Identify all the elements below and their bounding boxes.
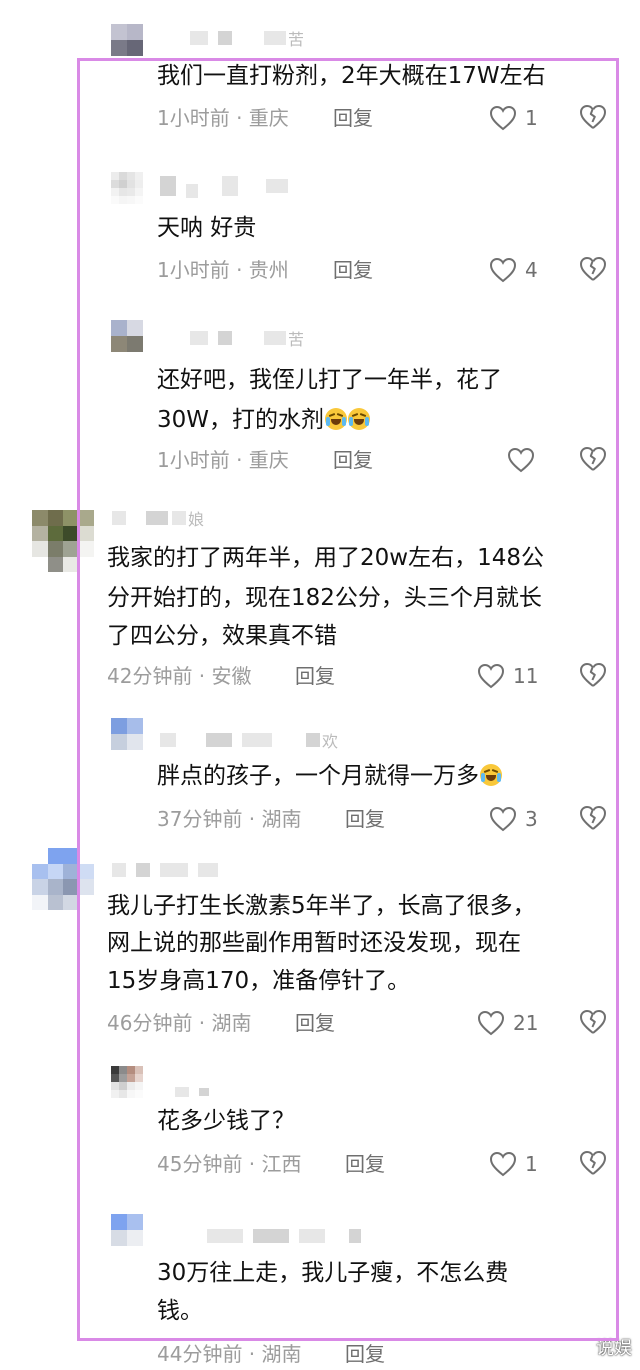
- laugh-cry-emoji: [325, 408, 348, 430]
- comment-text: 花多少钱了？: [157, 1108, 295, 1134]
- broken-heart-icon: [580, 447, 606, 471]
- reply-button[interactable]: 回复: [333, 256, 373, 284]
- broken-heart-icon: [580, 806, 606, 830]
- comment-text-line-3: 了四公分，效果真不错: [107, 623, 337, 649]
- broken-heart-icon: [580, 257, 606, 281]
- heart-icon: [489, 105, 517, 131]
- comment-text-content: 胖点的孩子，一个月就得一万多: [157, 763, 479, 789]
- time-location: 1小时前 · 重庆: [157, 106, 289, 130]
- username-blurred[interactable]: 苦: [190, 28, 305, 49]
- like-count: 3: [525, 807, 538, 831]
- reply-button[interactable]: 回复: [295, 662, 335, 690]
- broken-heart-icon: [580, 663, 606, 687]
- username-blurred[interactable]: [112, 860, 218, 880]
- heart-icon: [477, 1010, 505, 1036]
- avatar[interactable]: [111, 320, 143, 352]
- reply-button[interactable]: 回复: [345, 805, 385, 833]
- like-count: 4: [525, 258, 538, 282]
- comment-text-line-1: 还好吧，我侄儿打了一年半，花了: [157, 367, 502, 393]
- comment-text-line-2: 钱。: [157, 1298, 203, 1324]
- username-fragment: 苦: [288, 330, 305, 349]
- dislike-button[interactable]: [578, 1008, 608, 1038]
- like-button[interactable]: 4: [489, 254, 538, 286]
- comment-text-line-2-content: 30W，打的水剂: [157, 407, 325, 433]
- username-blurred[interactable]: 娘: [112, 508, 205, 529]
- heart-icon: [489, 1151, 517, 1177]
- watermark: 说娱: [596, 1338, 632, 1359]
- username-fragment: 欢: [322, 732, 339, 751]
- reply-button[interactable]: 回复: [333, 104, 373, 132]
- comment-text-line-1: 我儿子打生长激素5年半了，长高了很多，: [107, 893, 536, 919]
- username-blurred[interactable]: 欢: [160, 730, 339, 751]
- avatar[interactable]: [111, 1066, 143, 1098]
- comment-text-line-1: 30万往上走，我儿子瘦，不怎么费: [157, 1260, 509, 1286]
- avatar[interactable]: [111, 1214, 143, 1246]
- time-location: 37分钟前 · 湖南: [157, 807, 302, 831]
- avatar[interactable]: [32, 510, 94, 572]
- comment-text: 天呐 好贵: [157, 215, 257, 241]
- time-location: 1小时前 · 贵州: [157, 258, 289, 282]
- like-button[interactable]: 21: [477, 1007, 538, 1039]
- like-button[interactable]: 1: [489, 102, 538, 134]
- avatar[interactable]: [32, 848, 94, 910]
- dislike-button[interactable]: [578, 1149, 608, 1179]
- comment-text: 我们一直打粉剂，2年大概在17W左右: [157, 63, 546, 89]
- like-count: 1: [525, 1152, 538, 1176]
- like-button[interactable]: 1: [489, 1148, 538, 1180]
- username-blurred[interactable]: [175, 1082, 209, 1102]
- comment-text: 胖点的孩子，一个月就得一万多: [157, 760, 502, 792]
- heart-icon: [477, 663, 505, 689]
- time-location: 42分钟前 · 安徽: [107, 664, 252, 688]
- like-count: 21: [513, 1011, 539, 1035]
- heart-icon: [507, 447, 535, 473]
- dislike-button[interactable]: [578, 103, 608, 133]
- comment-text-line-2: 30W，打的水剂: [157, 404, 371, 436]
- laugh-cry-emoji: [348, 408, 371, 430]
- like-button[interactable]: [507, 444, 535, 476]
- comment-text-line-1: 我家的打了两年半，用了20w左右，148公: [107, 545, 544, 571]
- avatar[interactable]: [111, 718, 143, 750]
- like-count: 1: [525, 106, 538, 130]
- reply-button[interactable]: 回复: [295, 1009, 335, 1037]
- like-button[interactable]: 11: [477, 660, 538, 692]
- time-location: 45分钟前 · 江西: [157, 1152, 302, 1176]
- time-location: 1小时前 · 重庆: [157, 448, 289, 472]
- dislike-button[interactable]: [578, 661, 608, 691]
- dislike-button[interactable]: [578, 445, 608, 475]
- username-blurred[interactable]: 苦: [190, 328, 305, 349]
- username-blurred[interactable]: [207, 1226, 361, 1246]
- broken-heart-icon: [580, 1010, 606, 1034]
- comment-text-line-2: 分开始打的，现在182公分，头三个月就长: [107, 585, 542, 611]
- dislike-button[interactable]: [578, 804, 608, 834]
- avatar[interactable]: [111, 24, 143, 56]
- broken-heart-icon: [580, 1151, 606, 1175]
- username-fragment: 娘: [188, 510, 205, 529]
- comment-text-line-3: 15岁身高170，准备停针了。: [107, 968, 411, 994]
- heart-icon: [489, 806, 517, 832]
- reply-button[interactable]: 回复: [333, 446, 373, 474]
- username-fragment: 苦: [288, 30, 305, 49]
- dislike-button[interactable]: [578, 255, 608, 285]
- reply-button[interactable]: 回复: [345, 1340, 385, 1368]
- like-button[interactable]: 3: [489, 803, 538, 835]
- username-blurred[interactable]: [160, 176, 288, 198]
- heart-icon: [489, 257, 517, 283]
- like-count: 11: [513, 664, 539, 688]
- comment-text-line-2: 网上说的那些副作用暂时还没发现，现在: [107, 930, 521, 956]
- broken-heart-icon: [580, 105, 606, 129]
- reply-button[interactable]: 回复: [345, 1150, 385, 1178]
- time-location: 46分钟前 · 湖南: [107, 1011, 252, 1035]
- time-location: 44分钟前 · 湖南: [157, 1342, 302, 1366]
- laugh-cry-emoji: [480, 764, 502, 786]
- avatar[interactable]: [111, 172, 143, 204]
